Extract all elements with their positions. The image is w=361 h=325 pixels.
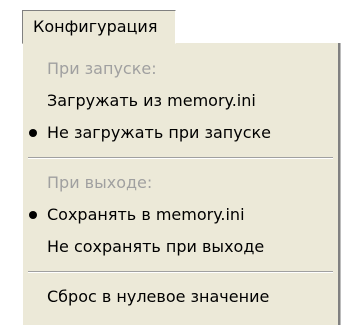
menu-header-exit: При выходе: — [23, 167, 338, 199]
menu-item-label: Не сохранять при выходе — [47, 237, 265, 256]
menu-item-save-to-ini[interactable]: Сохранять в memory.ini — [23, 199, 338, 231]
menu-item-label: Не загружать при запуске — [47, 123, 272, 142]
menu-label: Конфигурация — [33, 17, 158, 36]
menu-item-label: Сохранять в memory.ini — [47, 205, 245, 224]
menu-header-startup: При запуске: — [23, 53, 338, 85]
menu-item-label: Сброс в нулевое значение — [47, 287, 270, 306]
menu-item-load-from-ini[interactable]: Загружать из memory.ini — [23, 85, 338, 117]
dropdown-menu: При запуске: Загружать из memory.ini Не … — [22, 43, 340, 325]
menu-item-reset-to-zero[interactable]: Сброс в нулевое значение — [23, 281, 338, 313]
menu-header-startup-label: При запуске: — [47, 59, 157, 78]
menu-item-label: Загружать из memory.ini — [47, 91, 256, 110]
radio-bullet-icon — [29, 129, 37, 137]
menu-item-no-save-on-exit[interactable]: Не сохранять при выходе — [23, 231, 338, 263]
menu-separator — [28, 271, 333, 273]
menu-separator — [28, 157, 333, 159]
menu-item-no-load-on-startup[interactable]: Не загружать при запуске — [23, 117, 338, 149]
menu-konfiguratsiya[interactable]: Конфигурация — [22, 10, 176, 44]
menu-header-exit-label: При выходе: — [47, 173, 153, 192]
radio-bullet-icon — [29, 211, 37, 219]
